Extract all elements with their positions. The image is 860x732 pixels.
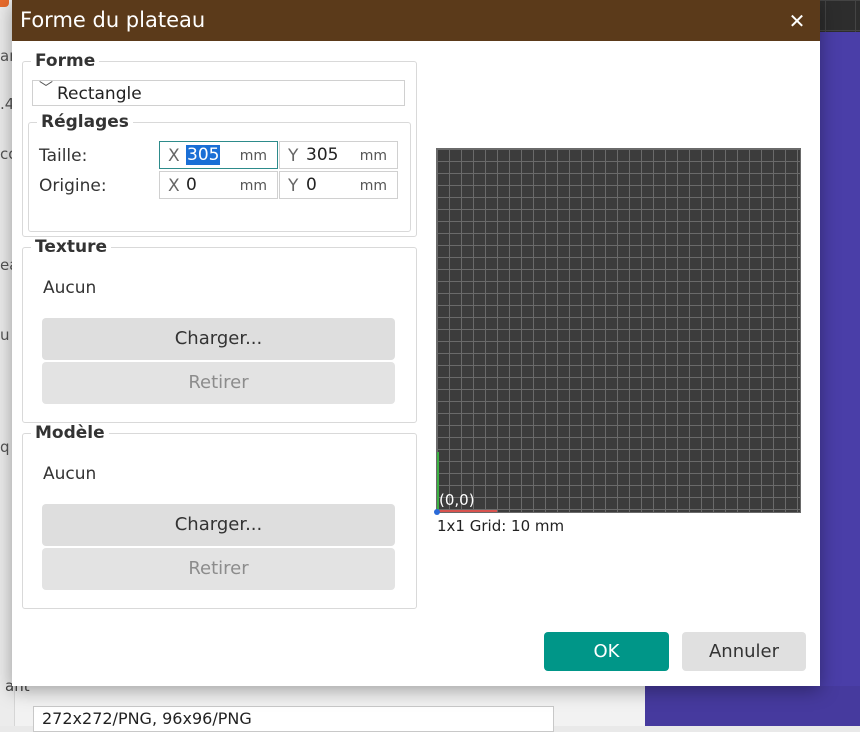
size-y-value: 305 [306,145,339,165]
size-x-field[interactable]: X 305 mm [159,141,278,169]
axis-y-label: Y [288,146,299,166]
unit-label: mm [359,148,387,164]
background-text-fragment: u [0,326,10,344]
axis-x-label: X [168,146,180,166]
chevron-down-icon: ﹀ [39,81,53,97]
bed-shape-dialog: Forme du plateau ✕ Forme ﹀ Rectangle Rég… [12,0,820,686]
model-group-title: Modèle [31,423,109,443]
unit-label: mm [239,178,267,194]
texture-current: Aucun [43,278,97,298]
close-icon[interactable]: ✕ [784,8,810,34]
origin-label: Origine: [39,176,107,196]
shape-select[interactable]: ﹀ Rectangle [32,80,405,106]
grid-caption: 1x1 Grid: 10 mm [437,517,565,535]
viewport-3d-plate [645,686,860,726]
ok-button[interactable]: OK [544,632,669,671]
axis-y-label: Y [288,176,299,196]
size-y-field[interactable]: Y 305 mm [279,141,398,169]
shape-group-title: Forme [31,51,100,71]
x-axis-line [437,510,497,512]
origin-y-field[interactable]: Y 0 mm [279,171,398,199]
unit-label: mm [239,148,267,164]
app-icon [0,0,9,7]
origin-x-field[interactable]: X 0 mm [159,171,278,199]
size-label: Taille: [39,146,88,166]
model-current: Aucun [43,464,97,484]
bed-preview: (0,0) [434,148,801,515]
background-field[interactable]: 272x272/PNG, 96x96/PNG [33,706,554,732]
texture-load-button[interactable]: Charger... [42,318,395,360]
dialog-title: Forme du plateau [20,8,206,32]
model-load-button[interactable]: Charger... [42,504,395,546]
origin-coordinate-label: (0,0) [439,491,475,509]
axis-x-label: X [168,176,180,196]
shape-select-value: Rectangle [57,84,142,104]
texture-remove-button[interactable]: Retirer [42,362,395,404]
origin-marker [434,509,440,515]
dialog-titlebar: Forme du plateau ✕ [12,0,820,41]
origin-y-value: 0 [306,175,317,195]
background-text-fragment: q [0,438,10,456]
model-remove-button[interactable]: Retirer [42,548,395,590]
viewport-3d-plate [820,32,860,726]
texture-group-title: Texture [31,237,111,257]
unit-label: mm [359,178,387,194]
cancel-button[interactable]: Annuler [682,632,806,671]
settings-group-title: Réglages [37,112,133,132]
size-x-value: 305 [186,145,221,165]
origin-x-value: 0 [186,175,197,195]
